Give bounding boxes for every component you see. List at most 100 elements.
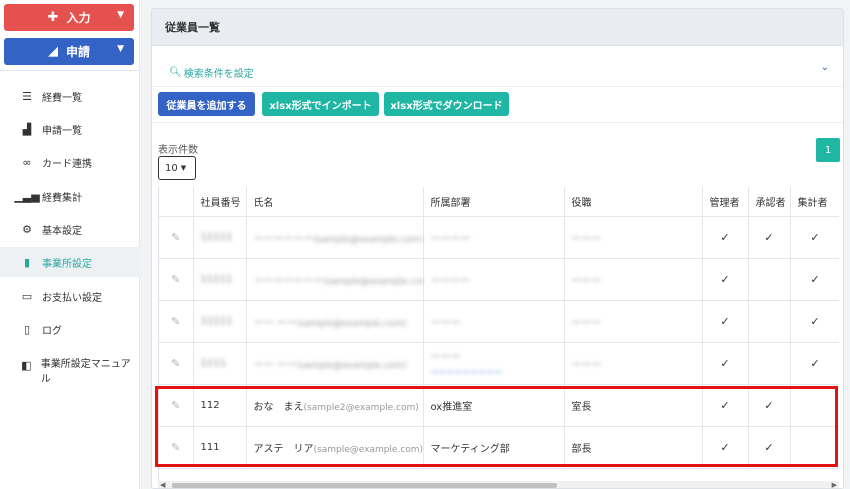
table-row: ✎ 11111 ーーーーーーー(sample@example.com) ーーーー…: [159, 258, 839, 301]
employee-name: アステ リア: [253, 443, 314, 455]
name-cell: ーーーーーーー(sample@example.com): [246, 258, 424, 301]
approver-cell: [748, 342, 791, 385]
header-employee-number[interactable]: 社員番号: [193, 187, 247, 217]
pencil-icon[interactable]: ✎: [171, 357, 180, 370]
sidebar-item-payment-settings[interactable]: ▭ お支払い設定: [0, 281, 140, 311]
employee-email: (sample2@example.com): [303, 402, 419, 413]
divider: [152, 122, 843, 123]
sidebar-item-card-link[interactable]: ∞ カード連携: [0, 147, 140, 177]
employee-email: (sample@example.com): [296, 360, 407, 371]
approver-cell: [748, 300, 791, 343]
sidebar-item-label: お支払い設定: [42, 292, 102, 304]
book-icon: ◧: [21, 359, 32, 372]
scrollbar-thumb[interactable]: [172, 483, 557, 488]
name-cell: ーーーーーー(sample@example.com): [246, 216, 424, 259]
add-employee-button[interactable]: 従業員を追加する: [158, 92, 255, 116]
employee-email: (sample@example.com): [313, 234, 423, 245]
page-size-label: 表示件数: [158, 145, 198, 156]
table-row: ✎ 112 おな まえ(sample2@example.com) ox推進室 室…: [159, 384, 839, 427]
link-icon: ∞: [22, 155, 32, 169]
admin-cell: ✓: [702, 384, 749, 427]
sidebar-item-label: 事業所設定マニュアル: [40, 359, 131, 385]
header-name[interactable]: 氏名: [246, 187, 424, 217]
pencil-icon[interactable]: ✎: [171, 399, 180, 412]
sidebar-item-log[interactable]: ▯ ログ: [0, 314, 140, 344]
input-button-label: 入力: [66, 11, 91, 25]
pagination-page-1[interactable]: 1: [816, 138, 840, 162]
horizontal-scrollbar[interactable]: ◀ ▶: [158, 481, 839, 488]
scroll-right-icon[interactable]: ▶: [832, 481, 837, 488]
employee-name: ーーーーーー: [253, 233, 314, 245]
name-cell: ーー ーー(sample@example.com): [246, 300, 424, 343]
employee-number-cell: 11111: [193, 258, 247, 301]
position-cell: 部長: [564, 426, 703, 469]
header-approver[interactable]: 承認者: [748, 187, 791, 217]
approver-cell: [748, 258, 791, 301]
scroll-left-icon[interactable]: ◀: [160, 481, 165, 488]
edit-cell[interactable]: ✎: [159, 342, 194, 385]
aggregator-cell: [790, 384, 839, 427]
department-sub-link: ーーーーーーーーー: [430, 368, 503, 377]
table-row: ✎ 11111 ーーーーーー(sample@example.com) ーーーー …: [159, 216, 839, 259]
employee-list-card: 従業員一覧 🔍︎ 検索条件を設定 ⌄ 従業員を追加する xlsx形式でインポート…: [151, 8, 844, 489]
gear-icon: ⚙: [22, 222, 32, 236]
sidebar-item-expense-summary[interactable]: ▁▃▅ 経費集計: [0, 181, 140, 211]
search-icon: 🔍︎: [169, 67, 182, 78]
employee-number-cell: 111: [193, 426, 247, 469]
position-cell: ーーー: [564, 216, 703, 259]
header-admin[interactable]: 管理者: [702, 187, 749, 217]
sidebar-item-application-list[interactable]: ▟ 申請一覧: [0, 114, 140, 144]
edit-cell[interactable]: ✎: [159, 384, 194, 427]
aggregator-cell: ✓: [790, 258, 839, 301]
search-link-label: 検索条件を設定: [183, 69, 254, 80]
sidebar-item-label: 事業所設定: [42, 258, 92, 270]
department-name: ーーー: [430, 352, 461, 363]
sidebar-item-expense-list[interactable]: ☰ 経費一覧: [0, 81, 140, 111]
sidebar-item-label: 経費集計: [42, 192, 82, 204]
edit-cell[interactable]: ✎: [159, 300, 194, 343]
header-department[interactable]: 所属部署: [423, 187, 565, 217]
page-size-select[interactable]: 10 ▼: [158, 156, 196, 180]
edit-cell[interactable]: ✎: [159, 258, 194, 301]
sidebar-item-basic-settings[interactable]: ⚙ 基本設定: [0, 214, 140, 244]
aggregator-cell: [790, 426, 839, 469]
chevron-down-icon[interactable]: ⌄: [821, 62, 829, 73]
import-xlsx-button[interactable]: xlsx形式でインポート: [262, 92, 379, 116]
pencil-icon[interactable]: ✎: [171, 315, 180, 328]
employee-number-cell: 11111: [193, 300, 247, 343]
department-cell: ーーーー: [423, 216, 565, 259]
admin-cell: ✓: [702, 216, 749, 259]
employee-number-cell: 1111: [193, 342, 247, 385]
aggregator-cell: ✓: [790, 216, 839, 259]
page-size-value: 10: [165, 162, 178, 174]
pencil-icon[interactable]: ✎: [171, 231, 180, 244]
search-conditions-link[interactable]: 🔍︎ 検索条件を設定: [169, 65, 254, 80]
employee-number-cell: 112: [193, 384, 247, 427]
download-xlsx-button[interactable]: xlsx形式でダウンロード: [384, 92, 509, 116]
input-button[interactable]: ✚ 入力 ▼: [4, 4, 134, 31]
pencil-icon[interactable]: ✎: [171, 273, 180, 286]
sidebar-divider: [0, 70, 140, 71]
employee-name: ーーーーーーー: [253, 275, 324, 287]
edit-cell[interactable]: ✎: [159, 216, 194, 259]
department-cell: ーーー ーーーーーーーーー: [423, 342, 565, 385]
page-title: 従業員一覧: [152, 9, 843, 46]
header-position[interactable]: 役職: [564, 187, 703, 217]
list-icon: ☰: [22, 89, 32, 103]
admin-cell: ✓: [702, 258, 749, 301]
aggregator-cell: ✓: [790, 300, 839, 343]
sidebar-item-office-settings[interactable]: ▮ 事業所設定: [0, 247, 140, 277]
sidebar-item-label: 申請一覧: [42, 125, 82, 137]
edit-cell[interactable]: ✎: [159, 426, 194, 469]
name-cell: アステ リア(sample@example.com): [246, 426, 424, 469]
chevron-down-icon: ▼: [117, 10, 124, 20]
name-cell: ーー ーー(sample@example.com): [246, 342, 424, 385]
apply-button[interactable]: ◢ 申請 ▼: [4, 38, 134, 65]
sidebar-item-label: カード連携: [42, 158, 92, 170]
approver-cell: ✓: [748, 216, 791, 259]
pencil-icon[interactable]: ✎: [171, 441, 180, 454]
employee-name: ーー ーー: [253, 359, 297, 371]
header-aggregator[interactable]: 集計者: [790, 187, 839, 217]
sidebar-item-office-manual[interactable]: ◧ 事業所設定マニュアル: [0, 355, 140, 393]
table-row: ✎ 1111 ーー ーー(sample@example.com) ーーー ーーーー…: [159, 342, 839, 385]
